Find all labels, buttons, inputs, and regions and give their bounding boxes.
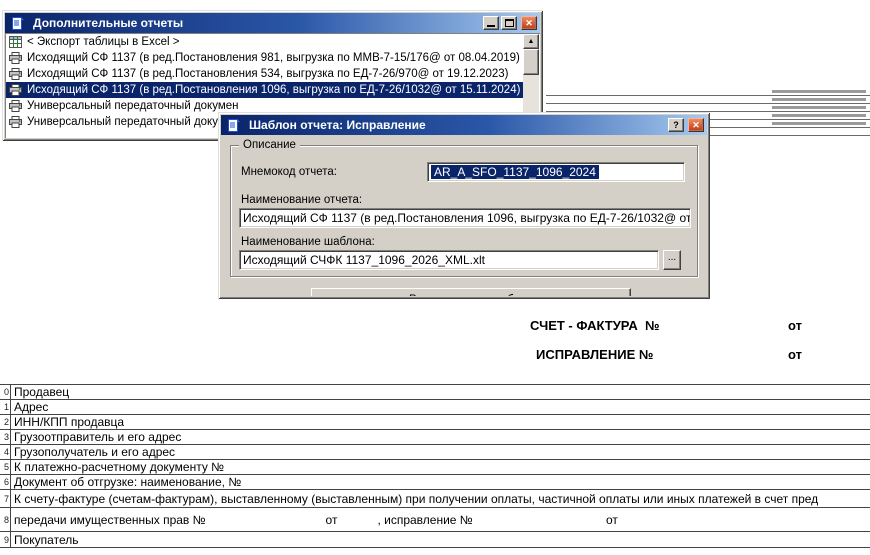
- correction-from-label: от: [788, 347, 802, 362]
- dialog-titlebar[interactable]: Шаблон отчета: Исправление ? ✕: [221, 115, 707, 135]
- template-name-label: Наименование шаблона:: [241, 236, 375, 248]
- row-label: Продавец: [14, 385, 70, 399]
- document-icon: [11, 16, 25, 30]
- fine-print-text: [772, 98, 866, 101]
- report-name-input[interactable]: Исходящий СФ 1137 (в ред.Постановления 1…: [239, 208, 691, 228]
- report-item-sf-534[interactable]: Исходящий СФ 1137 (в ред.Постановления 5…: [6, 66, 539, 82]
- close-button[interactable]: ✕: [521, 16, 537, 30]
- selected-text: AR_A_SFO_1137_1096_2024: [431, 165, 599, 179]
- row-label: передачи имущественных прав № от , испра…: [14, 512, 618, 527]
- row-label: Покупатель: [14, 532, 79, 547]
- window-controls: ✕: [483, 16, 537, 30]
- mnemocode-label: Мнемокод отчета:: [241, 166, 337, 178]
- row-label: Документ об отгрузке: наименование, №: [14, 475, 242, 489]
- document-icon: [227, 118, 241, 132]
- template-name-input[interactable]: Исходящий СЧФК 1137_1096_2026_XML.xlt: [239, 250, 659, 270]
- table-icon: [9, 36, 23, 49]
- description-groupbox: Описание Мнемокод отчета: AR_A_SFO_1137_…: [230, 139, 698, 277]
- fine-print-text: [772, 122, 866, 125]
- dialog-report-template: Шаблон отчета: Исправление ? ✕ Описание …: [218, 112, 710, 299]
- sheet-row: 0 Продавец: [0, 384, 870, 399]
- report-name-label: Наименование отчета:: [241, 194, 363, 206]
- dialog-controls: ? ✕: [668, 118, 704, 132]
- correction-title: ИСПРАВЛЕНИЕ №: [536, 347, 654, 362]
- edit-template-button[interactable]: Редактировать шаблон: [311, 288, 631, 296]
- row-number: 5: [0, 460, 11, 474]
- scroll-up-button[interactable]: ▲: [523, 34, 539, 49]
- invoice-rows: 0 Продавец 1 Адрес 2 ИНН/КПП продавца 3 …: [0, 384, 870, 548]
- row-number: 8: [0, 508, 11, 531]
- list-item-label: Исходящий СФ 1137 (в ред.Постановления 5…: [27, 68, 509, 80]
- row-label: Грузоотправитель и его адрес: [14, 430, 182, 444]
- help-button[interactable]: ?: [668, 118, 684, 132]
- row-number: 7: [0, 490, 11, 507]
- list-item-label: Исходящий СФ 1137 (в ред.Постановления 9…: [27, 52, 520, 64]
- printer-icon: [9, 116, 23, 129]
- dialog-title: Шаблон отчета: Исправление: [249, 118, 426, 132]
- grid-line: [546, 95, 870, 96]
- minimize-icon: [487, 25, 495, 27]
- row-number: 3: [0, 430, 11, 444]
- maximize-icon: [504, 19, 514, 27]
- invoice-from-label: от: [788, 318, 802, 333]
- row-number: 1: [0, 400, 11, 414]
- printer-icon: [9, 84, 23, 97]
- mnemocode-input[interactable]: AR_A_SFO_1137_1096_2024: [427, 162, 685, 182]
- row-label: Грузополучатель и его адрес: [14, 445, 176, 459]
- sheet-row: 8 передачи имущественных прав № от , исп…: [0, 507, 870, 531]
- printer-icon: [9, 52, 23, 65]
- dialog-close-button[interactable]: ✕: [688, 118, 704, 132]
- invoice-title: СЧЕТ - ФАКТУРА №: [530, 318, 660, 333]
- dialog-body: Описание Мнемокод отчета: AR_A_SFO_1137_…: [221, 135, 707, 296]
- row-number: 0: [0, 385, 11, 399]
- row-label: К платежно-расчетному документу №: [14, 460, 225, 474]
- row-number: 9: [0, 532, 11, 547]
- list-item-label: < Экспорт таблицы в Excel >: [27, 36, 180, 48]
- grid-line: [546, 103, 870, 104]
- sheet-row: 7 К счету-фактуре (счетам-фактурам), выс…: [0, 489, 870, 507]
- sheet-row: 3 Грузоотправитель и его адрес: [0, 429, 870, 444]
- list-item-label: Универсальный передаточный докумен: [27, 116, 239, 128]
- window-title: Дополнительные отчеты: [33, 16, 184, 30]
- row-number: 2: [0, 415, 11, 429]
- row-label: Адрес: [14, 400, 49, 414]
- browse-button[interactable]: ...: [663, 250, 681, 270]
- row-label: ИНН/КПП продавца: [14, 415, 125, 429]
- printer-icon: [9, 68, 23, 81]
- row-number: 6: [0, 475, 11, 489]
- fine-print-text: [772, 90, 866, 93]
- screen: СЧЕТ - ФАКТУРА № от ИСПРАВЛЕНИЕ № от 0 П…: [0, 0, 870, 555]
- sheet-row: 2 ИНН/КПП продавца: [0, 414, 870, 429]
- list-item-label: Универсальный передаточный докумен: [27, 100, 239, 112]
- sheet-row: 1 Адрес: [0, 399, 870, 414]
- report-item-export-excel[interactable]: < Экспорт таблицы в Excel >: [6, 34, 539, 50]
- row-number: 4: [0, 445, 11, 459]
- sheet-row: 6 Документ об отгрузке: наименование, №: [0, 474, 870, 489]
- fine-print-text: [772, 114, 866, 117]
- scrollbar-thumb[interactable]: [523, 49, 539, 75]
- groupbox-label: Описание: [239, 139, 300, 151]
- sheet-row: 5 К платежно-расчетному документу №: [0, 459, 870, 474]
- printer-icon: [9, 100, 23, 113]
- report-item-sf-981[interactable]: Исходящий СФ 1137 (в ред.Постановления 9…: [6, 50, 539, 66]
- report-item-sf-1096[interactable]: Исходящий СФ 1137 (в ред.Постановления 1…: [6, 82, 539, 98]
- sheet-row: 4 Грузополучатель и его адрес: [0, 444, 870, 459]
- fine-print-text: [772, 106, 866, 109]
- sheet-row: 9 Покупатель: [0, 531, 870, 548]
- reports-titlebar[interactable]: Дополнительные отчеты ✕: [5, 13, 540, 33]
- maximize-button[interactable]: [501, 16, 517, 30]
- minimize-button[interactable]: [483, 16, 499, 30]
- list-item-label: Исходящий СФ 1137 (в ред.Постановления 1…: [27, 84, 521, 96]
- row-label: К счету-фактуре (счетам-фактурам), выста…: [14, 491, 819, 506]
